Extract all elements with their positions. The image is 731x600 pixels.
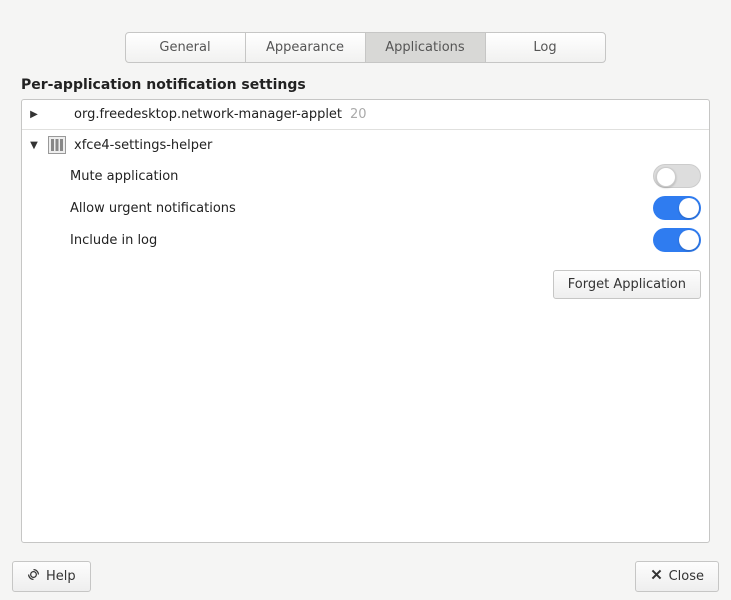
option-label: Include in log [70, 233, 157, 248]
toggle-include-log[interactable] [653, 228, 701, 252]
close-button-label: Close [669, 569, 704, 584]
chevron-right-icon: ▶ [28, 109, 40, 120]
option-label: Mute application [70, 169, 178, 184]
notification-count: 20 [350, 107, 367, 122]
tab-general[interactable]: General [125, 32, 246, 63]
help-button-label: Help [46, 569, 76, 584]
close-button[interactable]: Close [635, 561, 719, 592]
tab-bar: General Appearance Applications Log [0, 0, 731, 63]
section-title: Per-application notification settings [0, 63, 731, 99]
forget-application-button[interactable]: Forget Application [553, 270, 701, 299]
tab-appearance[interactable]: Appearance [245, 32, 366, 63]
tab-applications[interactable]: Applications [365, 32, 486, 63]
option-include-log: Include in log [70, 224, 701, 256]
app-list-panel: ▶ org.freedesktop.network-manager-applet… [21, 99, 710, 543]
dialog-footer: Help Close [12, 561, 719, 592]
help-icon [27, 568, 40, 585]
app-row-collapsed[interactable]: ▶ org.freedesktop.network-manager-applet… [22, 100, 709, 130]
app-name: xfce4-settings-helper [74, 138, 212, 153]
tab-log[interactable]: Log [485, 32, 606, 63]
help-button[interactable]: Help [12, 561, 91, 592]
chevron-down-icon: ▼ [28, 140, 40, 151]
toggle-mute[interactable] [653, 164, 701, 188]
option-urgent: Allow urgent notifications [70, 192, 701, 224]
option-mute: Mute application [70, 160, 701, 192]
option-label: Allow urgent notifications [70, 201, 236, 216]
app-options: Mute application Allow urgent notificati… [22, 160, 709, 264]
settings-helper-icon [48, 136, 66, 154]
app-name: org.freedesktop.network-manager-applet [74, 107, 342, 122]
toggle-urgent[interactable] [653, 196, 701, 220]
close-icon [650, 568, 663, 585]
app-row-expanded[interactable]: ▼ xfce4-settings-helper [22, 130, 709, 160]
